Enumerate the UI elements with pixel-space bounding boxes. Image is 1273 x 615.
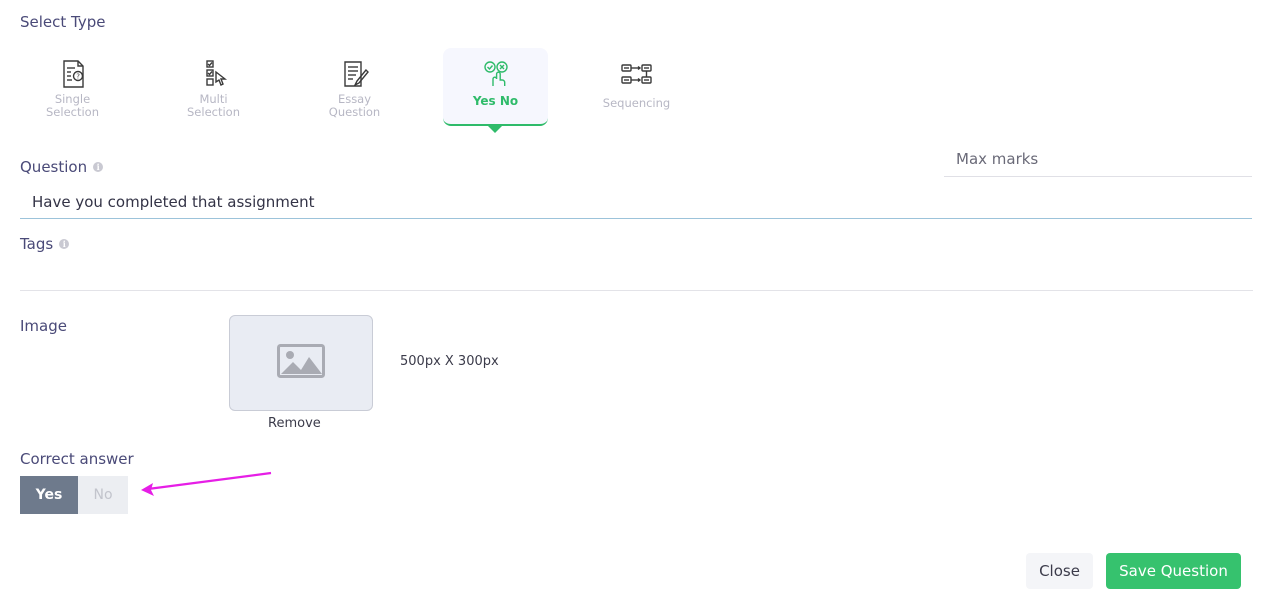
type-sequencing-label: Sequencing [602,96,671,110]
type-single-selection[interactable]: ? Single Selection [20,48,125,126]
single-selection-icon: ? [56,57,90,91]
type-single-label-2: Selection [46,105,99,119]
question-input[interactable] [20,185,1252,219]
sequencing-icon [620,57,654,91]
tags-info-icon[interactable]: i [59,239,70,249]
type-yes-no-label: Yes No [472,94,519,108]
answer-no-button[interactable]: No [78,476,128,514]
type-essay-question[interactable]: Essay Question [302,48,407,126]
image-placeholder-icon [277,344,325,382]
image-upload-box[interactable] [229,315,373,411]
answer-yes-button[interactable]: Yes [20,476,78,514]
yes-no-icon [479,57,513,91]
type-essay-label-2: Question [328,105,381,119]
type-multi-selection[interactable]: Multi Selection [161,48,266,126]
close-button[interactable]: Close [1026,553,1093,589]
remove-image-link[interactable]: Remove [268,416,321,431]
tags-label-row: Tags i [20,235,70,253]
annotation-arrow-icon [141,471,272,496]
question-type-selector: ? Single Selection Multi Selection Essay [20,48,700,133]
image-size-hint: 500px X 300px [400,354,499,369]
type-sequencing[interactable]: Sequencing [584,48,689,126]
question-info-icon[interactable]: i [93,162,104,172]
max-marks-input[interactable] [944,142,1252,177]
question-label-row: Question i [20,158,104,176]
multi-selection-icon [197,57,231,91]
save-question-button[interactable]: Save Question [1106,553,1241,589]
correct-answer-label: Correct answer [20,450,134,468]
tags-label: Tags [20,235,54,253]
svg-text:?: ? [76,73,80,81]
question-label: Question [20,158,88,176]
select-type-heading: Select Type [20,13,106,31]
tags-input[interactable] [20,258,1253,291]
correct-answer-toggle: Yes No [20,476,128,514]
type-multi-label-2: Selection [187,105,240,119]
image-label: Image [20,317,67,335]
essay-question-icon [338,57,372,91]
type-yes-no[interactable]: Yes No [443,48,548,133]
